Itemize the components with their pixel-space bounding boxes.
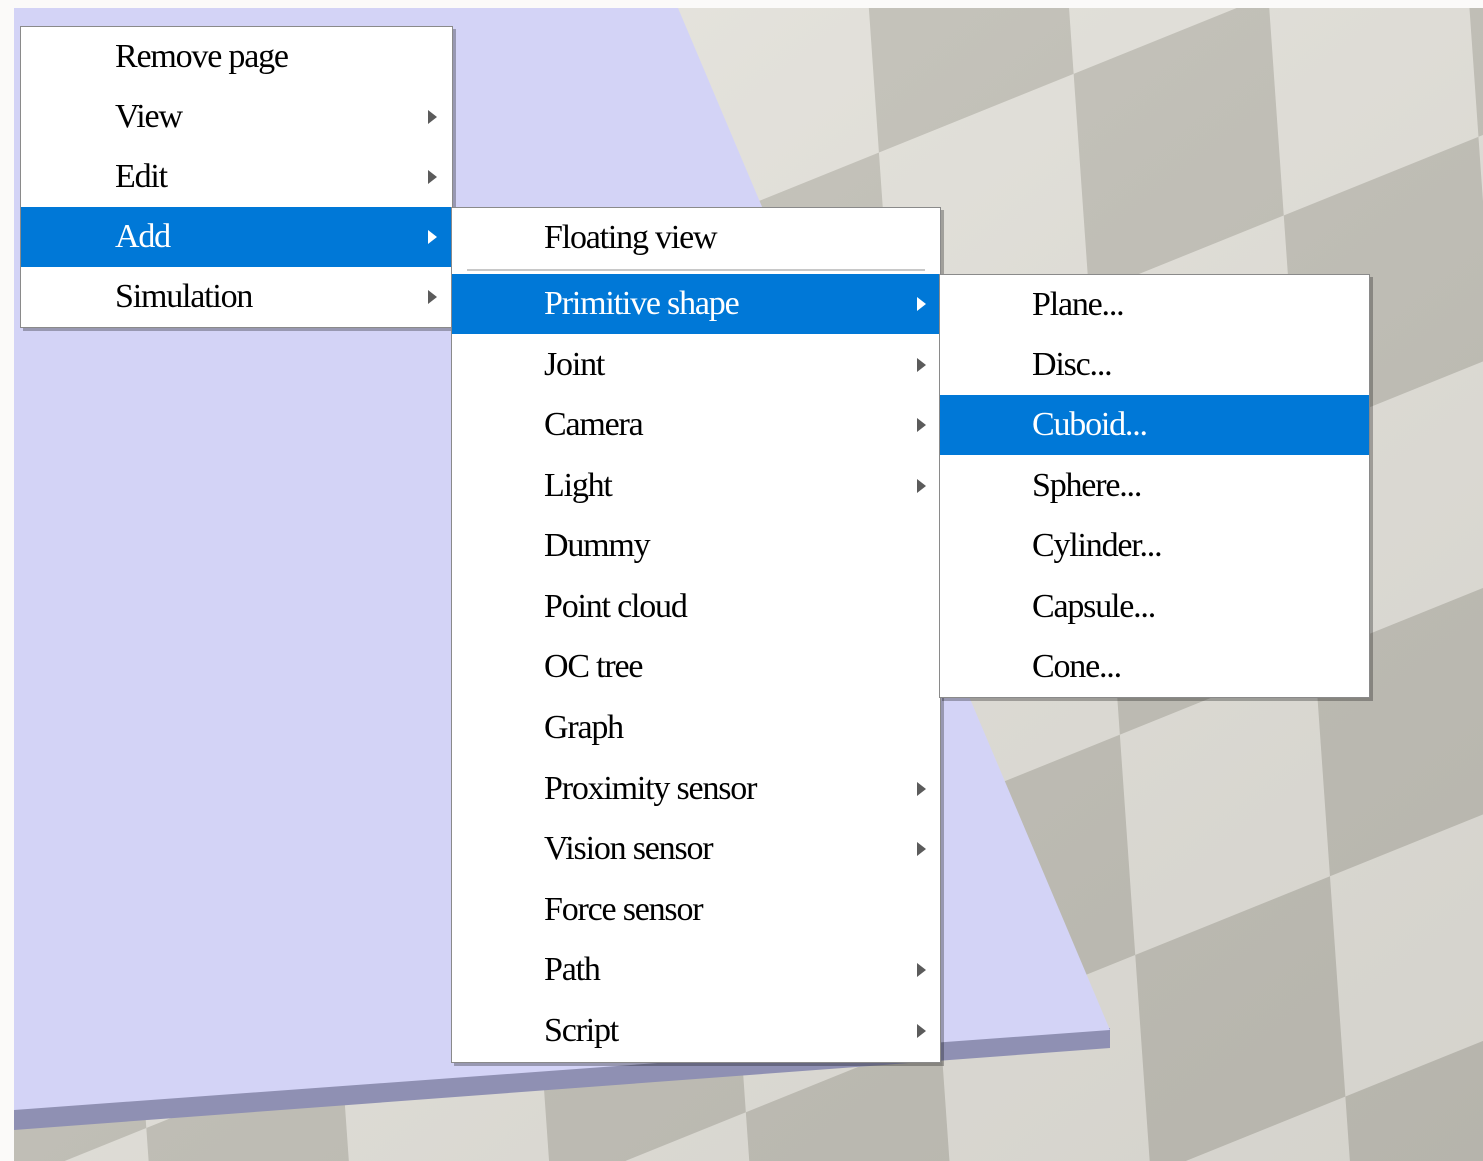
submenu-arrow-icon	[428, 290, 437, 304]
menu-item-add[interactable]: Add	[21, 207, 452, 267]
menu-item-edit[interactable]: Edit	[21, 147, 452, 207]
menu-item-view[interactable]: View	[21, 87, 452, 147]
submenu-arrow-icon	[917, 842, 926, 856]
menu-item-floating-view[interactable]: Floating view	[452, 208, 940, 268]
submenu-arrow-icon	[917, 1024, 926, 1038]
menu-item-light[interactable]: Light	[452, 456, 940, 516]
menu-item-camera[interactable]: Camera	[452, 395, 940, 455]
menu-item-joint[interactable]: Joint	[452, 335, 940, 395]
menu-item-script[interactable]: Script	[452, 1001, 940, 1061]
menu-item-cone[interactable]: Cone...	[940, 637, 1369, 697]
menu-item-force-sensor[interactable]: Force sensor	[452, 880, 940, 940]
menu-item-proximity-sensor[interactable]: Proximity sensor	[452, 759, 940, 819]
menu-item-path[interactable]: Path	[452, 940, 940, 1000]
menu-separator	[467, 269, 925, 271]
submenu-arrow-icon	[428, 110, 437, 124]
submenu-arrow-icon	[917, 479, 926, 493]
menu-item-point-cloud[interactable]: Point cloud	[452, 577, 940, 637]
submenu-arrow-icon	[917, 297, 926, 311]
menu-item-capsule[interactable]: Capsule...	[940, 577, 1369, 637]
menu-item-oc-tree[interactable]: OC tree	[452, 637, 940, 697]
primitive-shape-submenu: Plane... Disc... Cuboid... Sphere... Cyl…	[939, 274, 1370, 698]
submenu-arrow-icon	[428, 170, 437, 184]
submenu-arrow-icon	[428, 230, 437, 244]
submenu-arrow-icon	[917, 358, 926, 372]
menu-item-primitive-shape[interactable]: Primitive shape	[452, 274, 940, 334]
submenu-arrow-icon	[917, 782, 926, 796]
context-menu: Remove page View Edit Add Simulation	[20, 26, 453, 328]
menu-item-dummy[interactable]: Dummy	[452, 516, 940, 576]
menu-item-simulation[interactable]: Simulation	[21, 267, 452, 327]
submenu-arrow-icon	[917, 963, 926, 977]
menu-item-cylinder[interactable]: Cylinder...	[940, 516, 1369, 576]
menu-item-remove-page[interactable]: Remove page	[21, 27, 452, 87]
menu-item-vision-sensor[interactable]: Vision sensor	[452, 819, 940, 879]
menu-item-sphere[interactable]: Sphere...	[940, 456, 1369, 516]
menu-item-cuboid[interactable]: Cuboid...	[940, 395, 1369, 455]
menu-item-disc[interactable]: Disc...	[940, 335, 1369, 395]
submenu-arrow-icon	[917, 418, 926, 432]
add-submenu: Floating view Primitive shape Joint Came…	[451, 207, 941, 1063]
menu-item-graph[interactable]: Graph	[452, 698, 940, 758]
menu-item-plane[interactable]: Plane...	[940, 275, 1369, 335]
